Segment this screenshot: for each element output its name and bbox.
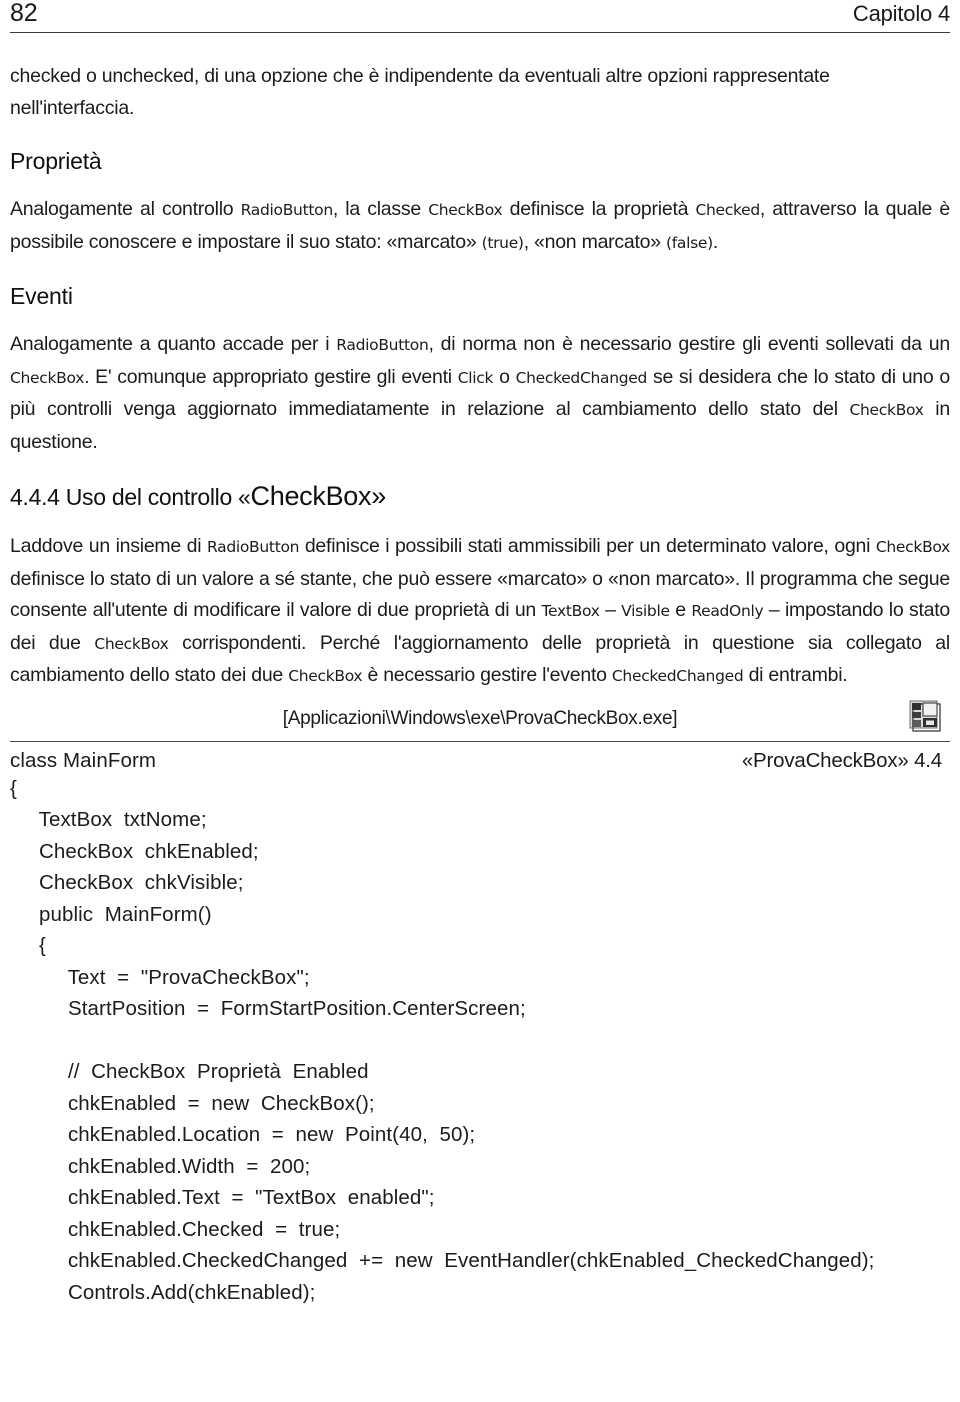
code-line: { xyxy=(10,934,46,957)
code-line: CheckBox chkVisible; xyxy=(10,871,244,894)
uso-code-run: CheckBox xyxy=(288,667,363,685)
uso-code-run: CheckBox xyxy=(94,634,169,653)
uso-text-run: e xyxy=(669,599,692,621)
paragraph-proprieta: Analogamente al controllo RadioButton, l… xyxy=(10,194,950,259)
section-title-code: CheckBox xyxy=(250,481,372,511)
proprieta-code-run: Checked xyxy=(695,201,760,219)
section-heading-eventi: Eventi xyxy=(10,283,73,309)
uso-code-run: Visible xyxy=(621,602,670,620)
section-title-suffix: » xyxy=(371,481,386,511)
proprieta-text-run: . xyxy=(712,230,719,253)
code-listing: { TextBox txtNome; CheckBox chkEnabled; … xyxy=(10,773,950,1309)
uso-text-run: di entrambi. xyxy=(743,664,848,686)
page-number: 82 xyxy=(10,0,38,27)
code-line: Text = "ProvaCheckBox"; xyxy=(10,965,310,989)
code-line: chkEnabled.CheckedChanged += new EventHa… xyxy=(10,1249,875,1272)
code-line: chkEnabled.Width = 200; xyxy=(10,1154,311,1178)
proprieta-text-run: Analogamente al controllo xyxy=(10,198,241,220)
section-number: 4.4.4 xyxy=(10,484,60,510)
code-line: chkEnabled.Checked = true; xyxy=(10,1217,341,1241)
listing-header: class MainForm «ProvaCheckBox» 4.4 xyxy=(10,740,950,773)
uso-code-run: TextBox xyxy=(541,602,600,620)
document-page: 82 Capitolo 4 checked o unchecked, di un… xyxy=(0,0,960,1402)
code-line: { xyxy=(10,776,17,800)
proprieta-text-run: definisce la proprietà xyxy=(502,198,696,220)
code-line: StartPosition = FormStartPosition.Center… xyxy=(10,997,526,1020)
running-header: 82 Capitolo 4 xyxy=(10,0,950,33)
section-heading-proprieta: Proprietà xyxy=(10,148,102,174)
intro-paragraph: checked o unchecked, di una opzione che … xyxy=(10,65,830,119)
proprieta-code-run: (true) xyxy=(481,233,524,252)
code-line: public MainForm() xyxy=(10,902,212,926)
eventi-code-run: RadioButton xyxy=(336,336,429,354)
eventi-text-run: . E' comunque appropriato gestire gli ev… xyxy=(84,365,458,388)
proprieta-code-run: CheckBox xyxy=(428,201,503,219)
proprieta-text-run: , la classe xyxy=(332,198,429,220)
uso-code-run: CheckBox xyxy=(875,538,950,556)
uso-text-run: definisce i possibili stati ammissibili … xyxy=(299,535,876,557)
code-line: chkEnabled.Location = new Point(40, 50); xyxy=(10,1123,476,1146)
uso-code-run: RadioButton xyxy=(207,538,300,556)
uso-text-run: – xyxy=(599,599,622,621)
application-window-icon xyxy=(908,699,942,733)
code-line: // CheckBox Proprietà Enabled xyxy=(10,1060,369,1083)
code-line: chkEnabled.Text = "TextBox enabled"; xyxy=(10,1186,435,1209)
proprieta-text-run: , «non marcato» xyxy=(523,230,667,253)
numbered-section-heading: 4.4.4 Uso del controllo «CheckBox» xyxy=(10,480,950,513)
uso-code-run: CheckedChanged xyxy=(611,667,744,685)
uso-text-run: Laddove un insieme di xyxy=(10,535,207,557)
exe-caption-row: [Applicazioni\Windows\exe\ProvaCheckBox.… xyxy=(10,697,950,741)
eventi-text-run: Analogamente a quanto accade per i xyxy=(10,333,337,355)
paragraph-eventi: Analogamente a quanto accade per i Radio… xyxy=(10,329,950,458)
proprieta-code-run: RadioButton xyxy=(240,201,333,219)
code-line: Controls.Add(chkEnabled); xyxy=(10,1280,316,1304)
eventi-code-run: Click xyxy=(457,368,494,387)
exe-path-label: [Applicazioni\Windows\exe\ProvaCheckBox.… xyxy=(282,707,678,729)
uso-code-run: ReadOnly xyxy=(691,602,764,620)
eventi-code-run: CheckedChanged xyxy=(515,368,648,387)
paragraph-uso-checkbox: Laddove un insieme di RadioButton defini… xyxy=(10,531,950,693)
listing-title: class MainForm xyxy=(10,748,157,772)
eventi-code-run: CheckBox xyxy=(10,368,85,387)
section-title-prefix: Uso del controllo « xyxy=(65,484,251,510)
code-line: chkEnabled = new CheckBox(); xyxy=(10,1091,375,1115)
eventi-code-run: CheckBox xyxy=(849,401,924,419)
uso-text-run: è necessario gestire l'evento xyxy=(362,664,612,686)
listing-reference: «ProvaCheckBox» 4.4 xyxy=(741,748,942,772)
eventi-text-run: , di norma non è necessario gestire gli … xyxy=(428,333,950,355)
eventi-text-run: o xyxy=(493,365,516,388)
proprieta-code-run: (false) xyxy=(666,233,713,252)
code-line: CheckBox chkEnabled; xyxy=(10,839,259,863)
code-line: TextBox txtNome; xyxy=(10,808,207,831)
chapter-label: Capitolo 4 xyxy=(852,1,950,26)
